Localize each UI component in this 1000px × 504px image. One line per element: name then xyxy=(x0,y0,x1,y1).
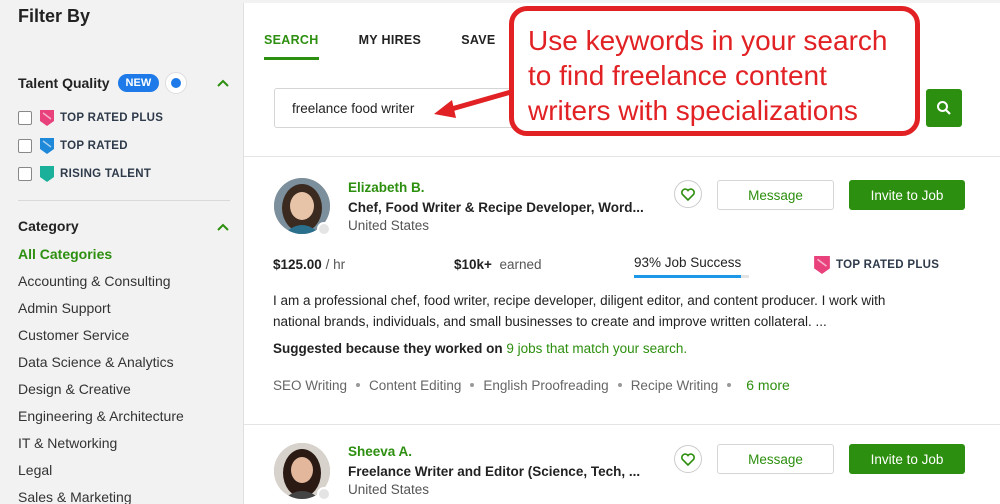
category-item[interactable]: Accounting & Consulting xyxy=(18,271,184,298)
category-item[interactable]: Engineering & Architecture xyxy=(18,406,184,433)
job-success-fill xyxy=(634,275,741,278)
filter-top-rated[interactable]: TOP RATED xyxy=(18,137,128,155)
category-item[interactable]: Data Science & Analytics xyxy=(18,352,184,379)
heart-icon xyxy=(681,452,695,466)
tab-my-hires[interactable]: MY HIRES xyxy=(359,33,422,60)
skill-tag[interactable]: SEO Writing xyxy=(273,378,347,393)
freelancer-location: United States xyxy=(348,218,430,233)
talent-quality-label: Talent Quality xyxy=(18,75,110,91)
top-rated-plus-badge: TOP RATED PLUS xyxy=(814,256,939,274)
top-rated-plus-icon xyxy=(40,110,54,126)
description-line: I am a professional chef, food writer, r… xyxy=(273,293,886,308)
category-item[interactable]: Admin Support xyxy=(18,298,184,325)
category-list: All Categories Accounting & Consulting A… xyxy=(18,244,184,504)
more-skills-link[interactable]: 6 more xyxy=(746,377,790,393)
category-item[interactable]: IT & Networking xyxy=(18,433,184,460)
hourly-rate: $125.00 / hr xyxy=(273,257,345,272)
suggest-prefix: Suggested because they worked on xyxy=(273,341,503,356)
tab-search[interactable]: SEARCH xyxy=(264,33,319,60)
talent-quality-header[interactable]: Talent Quality NEW xyxy=(18,72,230,94)
filter-label: TOP RATED PLUS xyxy=(60,112,164,124)
tab-bar: SEARCH MY HIRES SAVE xyxy=(264,33,536,60)
invite-to-job-button[interactable]: Invite to Job xyxy=(849,444,965,474)
filter-top-rated-plus[interactable]: TOP RATED PLUS xyxy=(18,109,163,127)
description-line: national brands, individuals, and small … xyxy=(273,314,827,329)
category-item[interactable]: Sales & Marketing xyxy=(18,487,184,504)
top-rated-plus-icon xyxy=(814,256,830,274)
filter-label: TOP RATED xyxy=(60,140,128,152)
category-item[interactable]: Customer Service xyxy=(18,325,184,352)
freelancer-title[interactable]: Chef, Food Writer & Recipe Developer, Wo… xyxy=(348,200,644,215)
annotation-callout: Use keywords in your search to find free… xyxy=(509,6,920,136)
callout-line: writers with specializations xyxy=(528,95,858,126)
filter-sidebar: Filter By Talent Quality NEW TOP RATED P… xyxy=(0,0,242,504)
divider xyxy=(244,424,1000,425)
skill-tag[interactable]: Content Editing xyxy=(369,378,461,393)
rate-value: $125.00 xyxy=(273,257,322,272)
status-dot xyxy=(317,222,331,236)
search-button[interactable] xyxy=(926,89,962,127)
separator-dot xyxy=(356,383,361,387)
filter-rising-talent[interactable]: RISING TALENT xyxy=(18,165,151,183)
message-button[interactable]: Message xyxy=(717,444,834,474)
category-item[interactable]: All Categories xyxy=(18,244,184,271)
skill-tag[interactable]: Recipe Writing xyxy=(631,378,719,393)
invite-to-job-button[interactable]: Invite to Job xyxy=(849,180,965,210)
earned-value: $10k+ xyxy=(454,257,492,272)
earnings: $10k+ earned xyxy=(454,257,541,272)
checkbox[interactable] xyxy=(18,167,32,181)
new-badge: NEW xyxy=(117,74,160,92)
category-item[interactable]: Design & Creative xyxy=(18,379,184,406)
earned-label: earned xyxy=(499,257,542,272)
skill-tags: SEO Writing Content Editing English Proo… xyxy=(273,377,790,393)
freelancer-name[interactable]: Sheeva A. xyxy=(348,444,412,459)
callout-line: to find freelance content xyxy=(528,60,827,91)
freelancer-name[interactable]: Elizabeth B. xyxy=(348,180,425,195)
save-freelancer-button[interactable] xyxy=(674,180,702,208)
search-icon xyxy=(937,101,951,115)
skill-tag[interactable]: English Proofreading xyxy=(483,378,608,393)
matching-jobs-link[interactable]: 9 jobs that match your search. xyxy=(506,341,687,356)
freelancer-description: I am a professional chef, food writer, r… xyxy=(273,290,973,332)
job-success-bar xyxy=(634,275,749,278)
top-rated-icon xyxy=(40,138,54,154)
checkbox[interactable] xyxy=(18,111,32,125)
callout-arrow-icon xyxy=(434,87,519,118)
talent-quality-toggle[interactable] xyxy=(165,72,188,94)
suggestion-text: Suggested because they worked on 9 jobs … xyxy=(273,341,687,356)
filter-title: Filter By xyxy=(18,6,91,26)
save-freelancer-button[interactable] xyxy=(674,445,702,473)
job-success: 93% Job Success xyxy=(634,255,742,270)
chevron-up-icon[interactable] xyxy=(216,76,230,90)
checkbox[interactable] xyxy=(18,139,32,153)
toggle-dot xyxy=(171,78,182,88)
category-item[interactable]: Legal xyxy=(18,460,184,487)
tab-saved[interactable]: SAVE xyxy=(461,33,495,60)
separator-dot xyxy=(617,383,622,387)
divider xyxy=(244,156,1000,157)
separator-dot xyxy=(727,383,732,387)
status-dot xyxy=(317,487,331,501)
freelancer-location: United States xyxy=(348,482,430,497)
message-button[interactable]: Message xyxy=(717,180,834,210)
rising-talent-icon xyxy=(40,166,54,182)
heart-icon xyxy=(681,187,695,201)
callout-line: Use keywords in your search xyxy=(528,25,888,56)
category-label: Category xyxy=(18,218,79,234)
rate-unit: / hr xyxy=(325,257,346,272)
chevron-up-icon[interactable] xyxy=(216,220,230,234)
badge-label: TOP RATED PLUS xyxy=(836,259,940,271)
divider xyxy=(18,200,230,201)
separator-dot xyxy=(470,383,475,387)
filter-label: RISING TALENT xyxy=(60,168,152,180)
freelancer-title[interactable]: Freelance Writer and Editor (Science, Te… xyxy=(348,464,640,479)
